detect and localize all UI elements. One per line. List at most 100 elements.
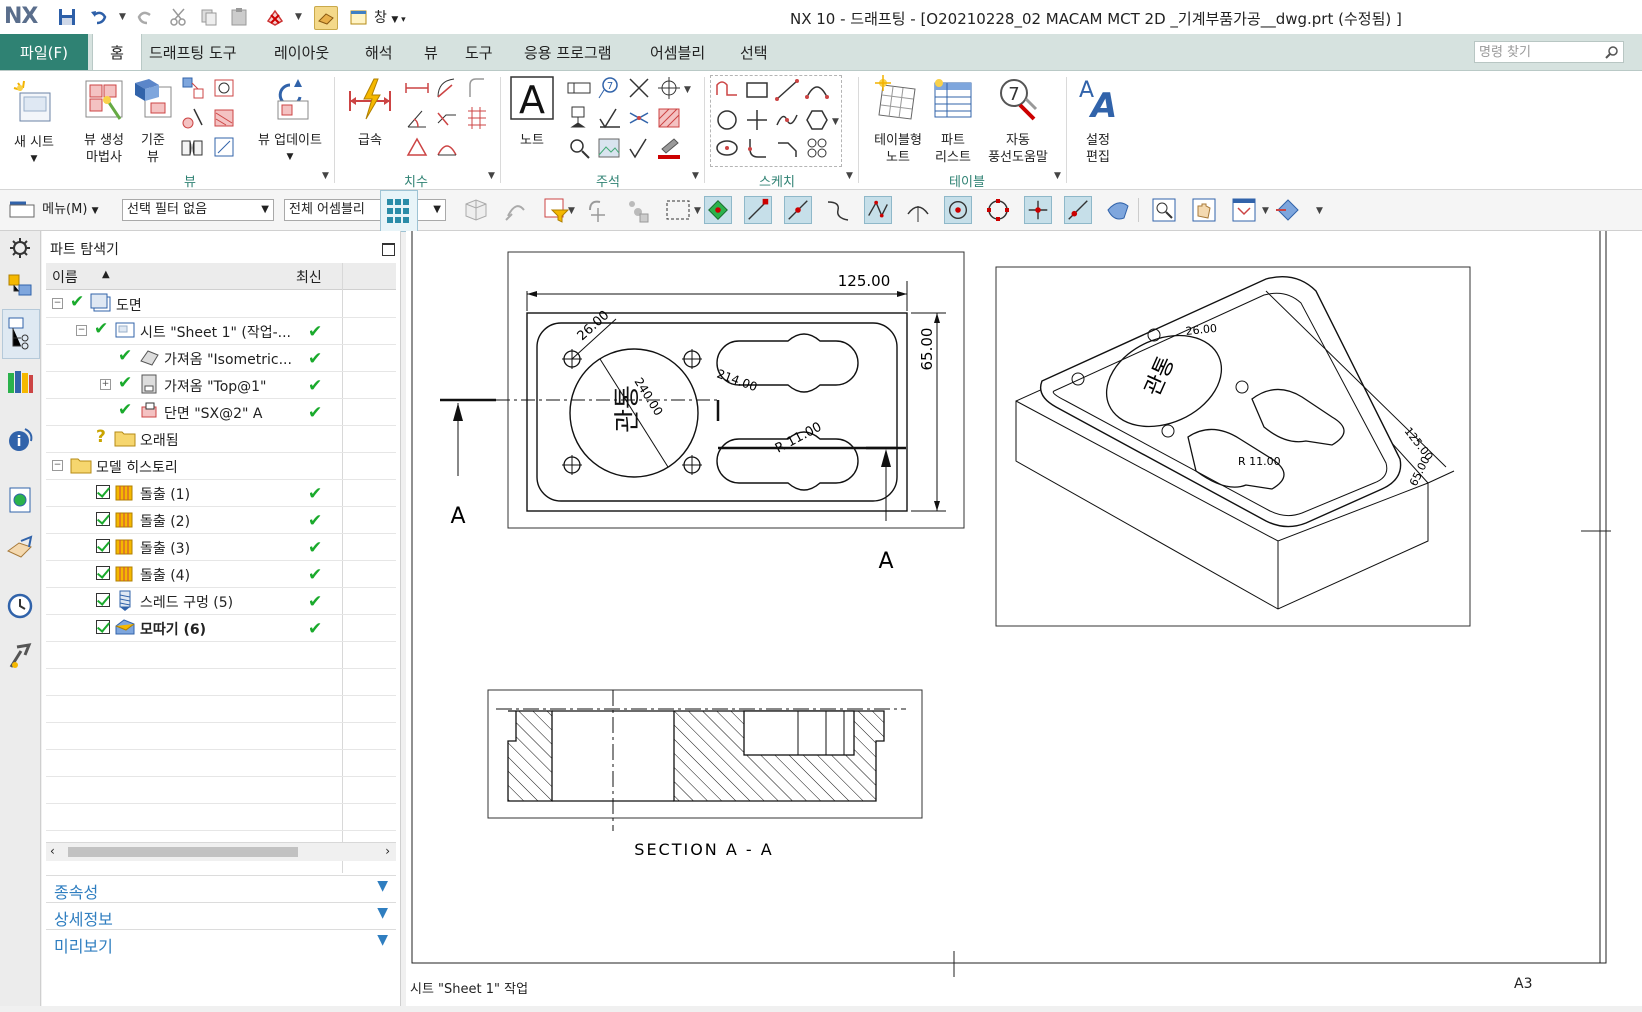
- broken-view-icon[interactable]: [180, 135, 206, 161]
- tab-layout[interactable]: 레이아웃: [272, 34, 331, 70]
- drawing-canvas[interactable]: 125.00 65.00 관통 240.00 26.00 214.00 R 11…: [406, 231, 1642, 1006]
- tab-file[interactable]: 파일(F): [0, 34, 88, 70]
- chamfer-icon[interactable]: [774, 135, 800, 161]
- assembly-navigator-icon[interactable]: [5, 271, 35, 301]
- snap-control-point-icon[interactable]: [824, 196, 852, 224]
- arc-length-icon[interactable]: [464, 75, 490, 101]
- tree-row-extrude-1[interactable]: 돌출 (1) ✔: [46, 479, 396, 507]
- render-dropdown-icon[interactable]: ▼: [1316, 206, 1323, 216]
- polygon-icon[interactable]: [804, 107, 830, 133]
- visibility-checkbox[interactable]: [96, 485, 110, 499]
- surface-finish-icon[interactable]: [596, 105, 622, 131]
- box-select-icon[interactable]: [664, 196, 692, 224]
- tree-row-section-view[interactable]: ✔ 단면 "SX@2" A ✔: [46, 398, 396, 426]
- balloon-icon[interactable]: 7: [596, 75, 622, 101]
- zoom-window-icon[interactable]: [1150, 196, 1178, 224]
- box-select-dropdown-icon[interactable]: ▼: [694, 206, 701, 216]
- tab-analysis[interactable]: 해석: [363, 34, 395, 70]
- intersection-symbol-icon[interactable]: [626, 105, 652, 131]
- tree-row-extrude-3[interactable]: 돌출 (3) ✔: [46, 533, 396, 561]
- panel-dependencies[interactable]: 종속성 ▼: [46, 875, 396, 902]
- undo-icon[interactable]: [88, 6, 110, 28]
- section-view-icon[interactable]: [180, 105, 206, 131]
- snap-quadrant-icon[interactable]: [984, 196, 1012, 224]
- break-out-section-icon[interactable]: [212, 105, 238, 131]
- web-browser-icon[interactable]: [5, 485, 35, 515]
- settings-gear-icon[interactable]: [5, 233, 35, 263]
- tabular-note-button[interactable]: 테이블형 노트: [868, 75, 928, 166]
- save-icon[interactable]: [56, 6, 78, 28]
- selection-filter-select[interactable]: 선택 필터 없음 ▼: [122, 199, 274, 221]
- filter-dropdown-icon[interactable]: ▼: [568, 206, 575, 216]
- menu-button[interactable]: 메뉴(M) ▼: [8, 198, 98, 221]
- view-wizard-button[interactable]: 뷰 생성 마법사: [76, 77, 132, 166]
- magnify-annotation-icon[interactable]: [566, 135, 592, 161]
- view-border-icon[interactable]: [212, 135, 238, 161]
- thickness-dimension-icon[interactable]: [404, 135, 430, 161]
- chamfer-dimension-icon[interactable]: [434, 105, 460, 131]
- profile-icon[interactable]: [714, 77, 740, 103]
- select-component-icon[interactable]: [462, 196, 490, 224]
- target-point-icon[interactable]: [656, 75, 682, 101]
- tab-select[interactable]: 선택: [738, 34, 770, 70]
- undo-dropdown-icon[interactable]: ▼: [119, 12, 126, 22]
- perimeter-dimension-icon[interactable]: [434, 135, 460, 161]
- rectangle-icon[interactable]: [744, 77, 770, 103]
- copy-icon[interactable]: [198, 6, 220, 28]
- snap-intersection-icon[interactable]: [864, 196, 892, 224]
- view-group-dropdown-icon[interactable]: ▼: [322, 171, 329, 181]
- col-latest-header[interactable]: 최신: [296, 267, 322, 287]
- horizontal-scrollbar[interactable]: ‹ ›: [46, 842, 396, 861]
- repeat-command-icon[interactable]: [314, 6, 338, 30]
- filter-selection-icon[interactable]: [542, 196, 570, 224]
- tab-tools[interactable]: 도구: [463, 34, 495, 70]
- table-group-dropdown-icon[interactable]: ▼: [1054, 171, 1061, 181]
- tree-row-outdated[interactable]: ? 오래됨: [46, 425, 396, 453]
- studio-spline-icon[interactable]: [774, 107, 800, 133]
- weld-symbol-icon[interactable]: [626, 135, 652, 161]
- radial-dimension-icon[interactable]: [434, 75, 460, 101]
- scroll-left-icon[interactable]: ‹: [50, 844, 55, 858]
- scroll-thumb[interactable]: [68, 847, 298, 857]
- tab-application[interactable]: 응용 프로그램: [522, 34, 614, 70]
- assembly-scope-select[interactable]: 전체 어셈블리 ▼: [284, 199, 446, 221]
- maximize-icon[interactable]: [382, 243, 395, 256]
- snap-circle-center-icon[interactable]: [944, 196, 972, 224]
- part-navigator-tab[interactable]: [2, 309, 40, 359]
- arc-icon[interactable]: [804, 77, 830, 103]
- information-icon[interactable]: i: [5, 425, 35, 455]
- image-icon[interactable]: [596, 135, 622, 161]
- circle-icon[interactable]: [714, 107, 740, 133]
- edit-settings-button[interactable]: AA 설정 편집: [1074, 75, 1122, 166]
- visibility-checkbox[interactable]: [96, 593, 110, 607]
- tree-row-chamfer[interactable]: 모따기 (6) ✔: [46, 614, 396, 642]
- reuse-library-icon[interactable]: [5, 367, 35, 397]
- collapse-toggle-icon[interactable]: −: [76, 325, 87, 336]
- tree-row-top-view[interactable]: + ✔ 가져옴 "Top@1" ✔: [46, 371, 396, 399]
- tree-row-thread-hole[interactable]: 스레드 구멍 (5) ✔: [46, 587, 396, 615]
- paste-icon[interactable]: [228, 6, 250, 28]
- fillet-icon[interactable]: [744, 135, 770, 161]
- delete-icon[interactable]: [264, 6, 286, 28]
- base-view-button[interactable]: 기준 뷰: [130, 77, 176, 166]
- area-fill-icon[interactable]: [656, 135, 682, 161]
- tree-row-model-history[interactable]: − 모델 히스토리: [46, 452, 396, 480]
- panel-preview[interactable]: 미리보기 ▼: [46, 929, 396, 956]
- update-view-button[interactable]: 뷰 업데이트 ▼: [252, 75, 328, 166]
- panel-details[interactable]: 상세정보 ▼: [46, 902, 396, 929]
- sketch-more-dropdown-icon[interactable]: ▼: [832, 117, 839, 127]
- angular-dimension-icon[interactable]: [404, 105, 430, 131]
- window-icon[interactable]: [348, 6, 370, 28]
- center-mark-icon[interactable]: [626, 75, 652, 101]
- snap-grid-popup-icon[interactable]: [380, 190, 418, 232]
- snap-mid-point-icon[interactable]: [784, 196, 812, 224]
- snap-existing-point-icon[interactable]: [1024, 196, 1052, 224]
- dimension-group-dropdown-icon[interactable]: ▼: [488, 171, 495, 181]
- annotation-more-dropdown-icon[interactable]: ▼: [684, 85, 691, 95]
- sketch-group-dropdown-icon[interactable]: ▼: [846, 171, 853, 181]
- feature-control-frame-icon[interactable]: [566, 75, 592, 101]
- ellipse-icon[interactable]: [714, 135, 740, 161]
- tab-view[interactable]: 뷰: [422, 34, 440, 70]
- visibility-checkbox[interactable]: [96, 620, 110, 634]
- visibility-checkbox[interactable]: [96, 512, 110, 526]
